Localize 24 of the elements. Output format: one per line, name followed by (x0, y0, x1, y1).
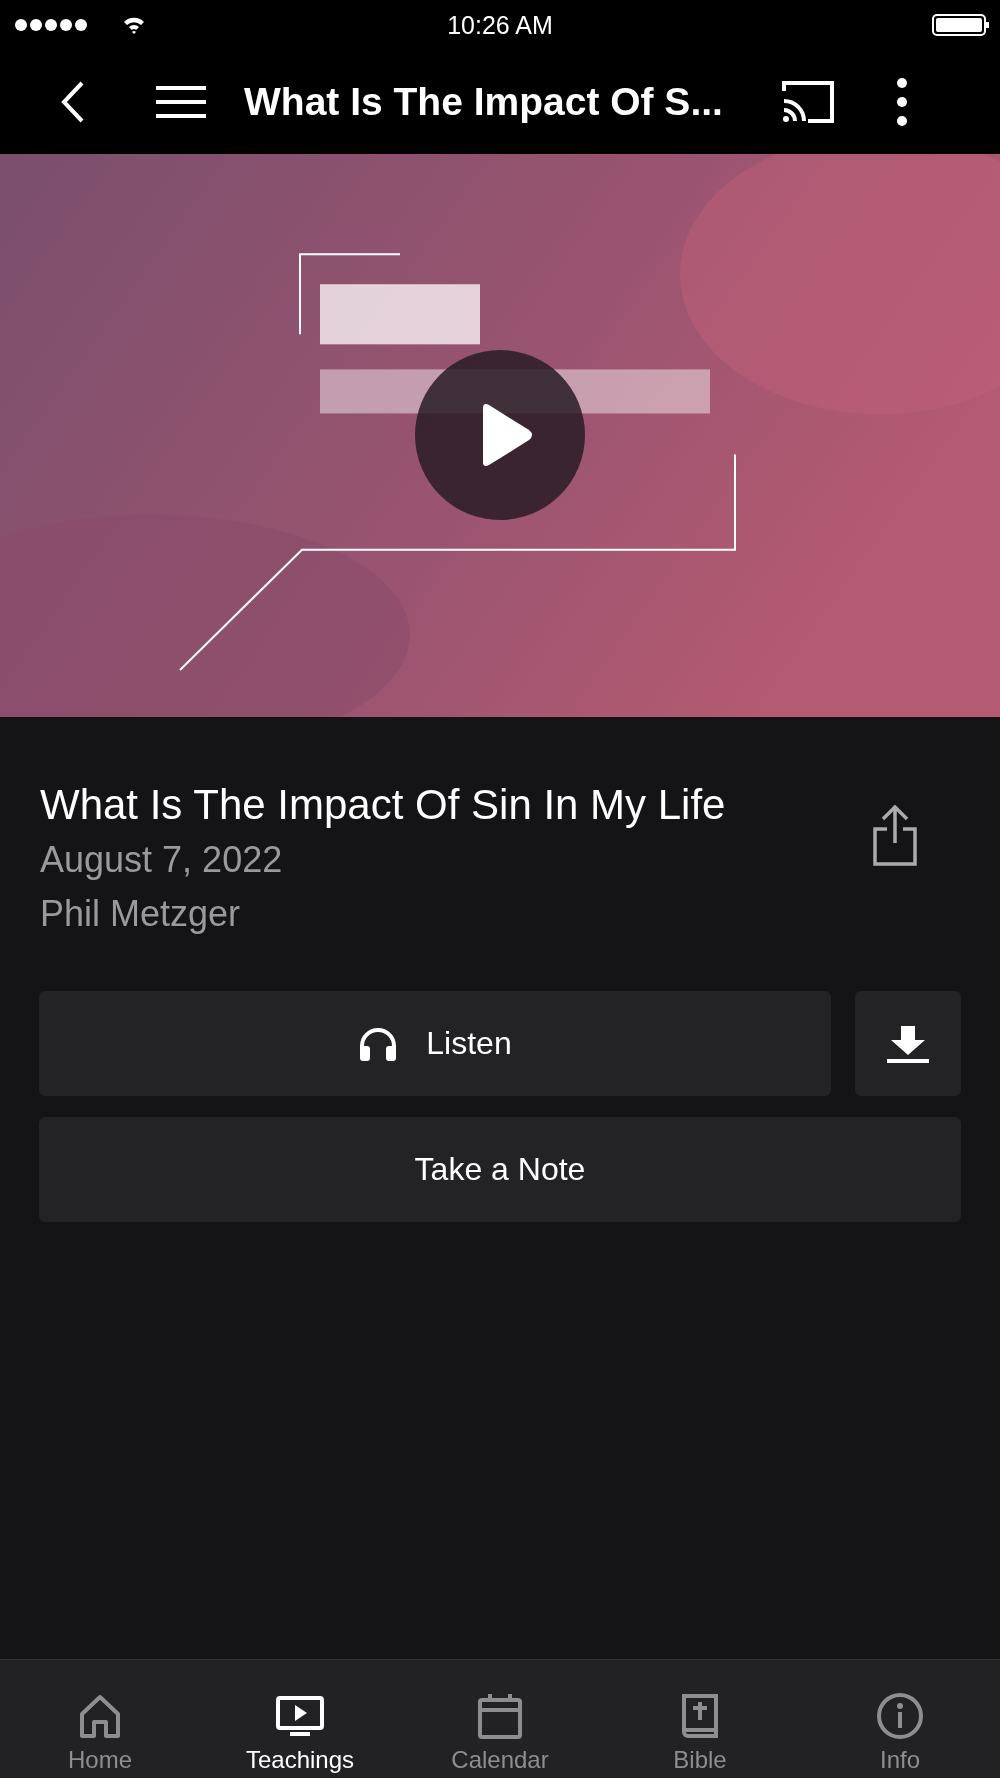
take-note-button[interactable]: Take a Note (39, 1117, 961, 1222)
more-button[interactable] (896, 77, 908, 127)
page-title: What Is The Impact Of S... (244, 80, 724, 124)
teaching-date: August 7, 2022 (40, 838, 284, 882)
calendar-icon (476, 1692, 524, 1740)
info-icon (876, 1692, 924, 1740)
tab[interactable]: Bible (600, 1660, 800, 1778)
tab[interactable]: Info (800, 1660, 1000, 1778)
tab[interactable]: Home (0, 1660, 200, 1778)
cast-button[interactable] (780, 79, 836, 125)
wifi-icon (122, 16, 146, 34)
status-time: 10:26 AM (447, 10, 553, 40)
battery-icon (932, 13, 990, 37)
listen-button[interactable]: Listen (39, 991, 831, 1096)
share-button[interactable] (872, 805, 918, 869)
tab[interactable]: Calendar (400, 1660, 600, 1778)
back-button[interactable] (60, 80, 86, 124)
tab[interactable]: Teachings (200, 1660, 400, 1778)
teaching-title: What Is The Impact Of Sin In My Life (40, 780, 726, 830)
menu-button[interactable] (154, 85, 208, 119)
headphones-icon (358, 1025, 399, 1062)
download-icon (885, 1023, 931, 1064)
speaker-name: Phil Metzger (40, 892, 242, 936)
download-button[interactable] (855, 991, 961, 1096)
